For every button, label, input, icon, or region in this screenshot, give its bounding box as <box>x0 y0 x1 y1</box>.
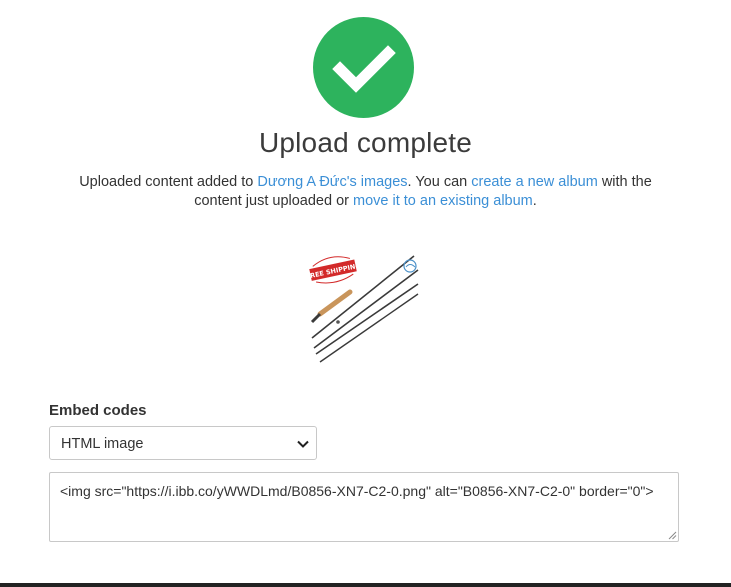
fishing-rod-image: FREE SHIPPING <box>305 255 419 363</box>
upload-complete-page: Upload complete Uploaded content added t… <box>0 0 731 587</box>
success-check-icon <box>313 17 414 118</box>
upload-message: Uploaded content added to Dương A Đức's … <box>60 173 671 211</box>
owner-images-link[interactable]: Dương A Đức's images <box>257 174 407 190</box>
move-to-album-link[interactable]: move it to an existing album <box>353 193 533 209</box>
resize-grip-icon[interactable] <box>668 531 677 540</box>
page-title: Upload complete <box>258 127 473 158</box>
page-bottom-border <box>0 583 731 587</box>
create-album-link[interactable]: create a new album <box>471 174 598 190</box>
uploaded-image-thumbnail[interactable]: FREE SHIPPING <box>305 248 422 364</box>
chevron-down-icon <box>297 440 309 448</box>
embed-codes-label: Embed codes <box>49 402 147 419</box>
message-suffix: . <box>532 193 537 209</box>
embed-code-textarea[interactable]: <img src="https://i.ibb.co/yWWDLmd/B0856… <box>49 472 679 542</box>
message-middle: . You can <box>407 174 472 190</box>
embed-format-select[interactable]: HTML image <box>49 426 317 460</box>
embed-format-value: HTML image <box>61 436 144 452</box>
message-prefix: Uploaded content added to <box>79 174 258 190</box>
